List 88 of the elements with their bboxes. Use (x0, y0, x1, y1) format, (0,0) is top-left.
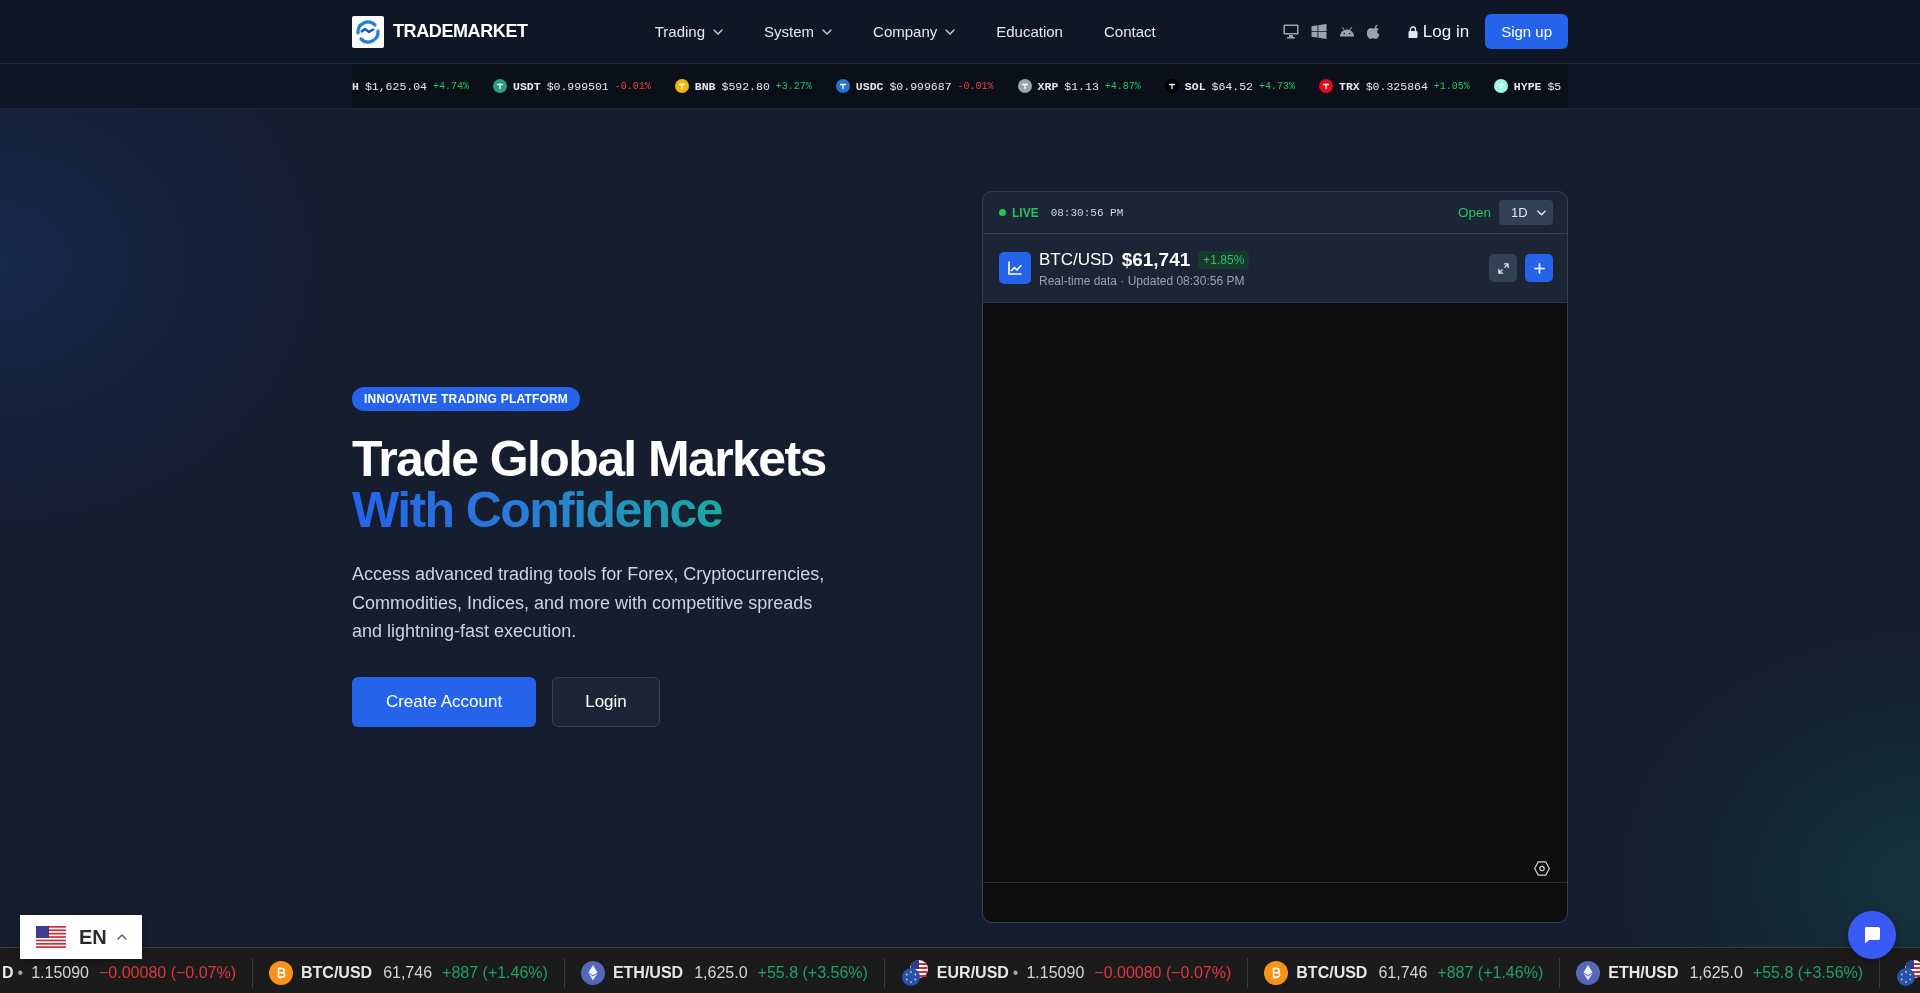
coin-symbol: BNB (694, 79, 716, 93)
chevron-up-icon (116, 934, 127, 940)
coin-change: +3.27% (775, 80, 812, 92)
coin-symbol: TRX (1339, 79, 1360, 93)
diamond-coin-icon (580, 960, 605, 985)
coin-change: +4.73% (1259, 80, 1295, 92)
pair-change: +55.8 (+3.56%) (757, 964, 868, 981)
hexagon-icon[interactable] (1534, 861, 1550, 876)
pair-symbol: BTC/USD (301, 964, 373, 981)
add-button[interactable] (1525, 254, 1553, 282)
language-code: EN (79, 925, 107, 949)
nav-link[interactable]: Education (996, 23, 1063, 40)
separator-dot: • (17, 964, 24, 981)
lock-icon (1407, 25, 1418, 38)
coin-price: $5 (1547, 79, 1562, 93)
nav-link[interactable]: Trading (654, 23, 724, 40)
coin-price: $1,625.04 (364, 79, 428, 93)
coin-change: -0.01% (957, 80, 994, 92)
flag-icon (36, 926, 66, 948)
coin-symbol: HYPE (1513, 79, 1542, 93)
chat-bubble-icon (1863, 926, 1881, 944)
diamond-coin-icon (1576, 960, 1601, 985)
hero-description: Access advanced trading tools for Forex, Cryptocurrencies, Commodities, Indices, and more with competitive spreads and lightning-fast execution. (352, 563, 826, 644)
nav-link[interactable]: System (764, 23, 833, 40)
pair-symbol: EUR/USD (936, 964, 1009, 981)
create-account-button[interactable]: Create Account (352, 676, 536, 727)
android-icon[interactable] (1338, 24, 1355, 39)
pair-price: 61,746 (383, 964, 433, 981)
coin-price: $0.325864 (1365, 79, 1428, 93)
interval-select[interactable]: 1D (1499, 200, 1553, 225)
coin-price: $0.999501 (546, 79, 609, 93)
pair-symbol: D (2, 964, 14, 981)
chevron-down-icon (1537, 209, 1546, 216)
bitcoin-coin-icon (1264, 960, 1289, 985)
expand-button[interactable] (1489, 254, 1517, 282)
coin-symbol: USDC (855, 79, 884, 93)
symbol-name: BTC/USD (1039, 249, 1114, 270)
coin-symbol: XRP (1037, 79, 1059, 93)
pair-symbol: ETH/USD (1608, 964, 1679, 981)
coin-price: $0.999687 (889, 79, 952, 93)
coin-symbol: H (352, 79, 359, 93)
login-button[interactable]: Login (552, 676, 660, 727)
pair-price: 1,625.0 (1689, 964, 1743, 981)
update-status: Real-time data · Updated 08:30:56 PM (1039, 273, 1246, 288)
separator-dot: • (1012, 964, 1019, 981)
apple-icon[interactable] (1366, 24, 1380, 39)
pair-change: −0.00080 (−0.07%) (99, 964, 236, 981)
pair-price: 1.15090 (31, 964, 89, 981)
price-value: $61,741 (1121, 248, 1191, 271)
change-tag: +1.85% (1198, 250, 1250, 269)
coin-price: $1.13 (1064, 79, 1099, 93)
nav-link[interactable]: Contact (1103, 23, 1156, 40)
language-selector[interactable]: EN (20, 915, 142, 959)
coin-change: -0.01% (614, 80, 651, 92)
coin-price: $64.52 (1211, 79, 1253, 93)
flag-pair-icon (1896, 959, 1920, 986)
pair-change: +55.8 (+3.56%) (1752, 964, 1864, 981)
coin-change: +4.74% (433, 80, 470, 92)
expand-icon (1497, 262, 1509, 274)
clock-time: 08:30:56 PM (1050, 206, 1124, 219)
logo-link[interactable]: TRADEMARKET (352, 15, 528, 48)
pair-change: +887 (+1.46%) (1437, 964, 1544, 981)
coin-change: +4.87% (1104, 80, 1141, 92)
live-label: LIVE (1012, 205, 1039, 220)
coin-symbol: USDT (513, 79, 541, 93)
pair-price: 61,746 (1378, 964, 1428, 981)
hero-heading: Trade Global Markets With Confidence (352, 434, 826, 537)
bitcoin-coin-icon (269, 960, 293, 985)
plus-icon (1533, 262, 1545, 274)
live-dot-icon (999, 209, 1006, 216)
pair-change: −0.00080 (−0.07%) (1094, 964, 1232, 981)
pair-price: 1,625.0 (694, 964, 748, 981)
flag-pair-icon (900, 959, 929, 986)
pair-price: 1.15090 (1026, 964, 1085, 981)
coin-price: $592.80 (721, 79, 770, 93)
market-status: Open (1457, 205, 1491, 220)
coin-symbol: SOL (1184, 79, 1206, 93)
coin-change: +1.05% (1433, 80, 1470, 92)
platform-tag: INNOVATIVE TRADING PLATFORM (352, 387, 581, 412)
monitor-icon[interactable] (1282, 24, 1299, 39)
signup-button[interactable]: Sign up (1485, 14, 1568, 49)
pair-symbol: ETH/USD (612, 964, 684, 981)
logo-icon (352, 15, 384, 48)
pair-change: +887 (+1.46%) (442, 964, 548, 981)
nav-link[interactable]: Company (873, 23, 956, 40)
login-link[interactable]: Log in (1407, 21, 1470, 42)
pair-symbol: BTC/USD (1296, 964, 1368, 981)
windows-icon[interactable] (1310, 24, 1327, 39)
